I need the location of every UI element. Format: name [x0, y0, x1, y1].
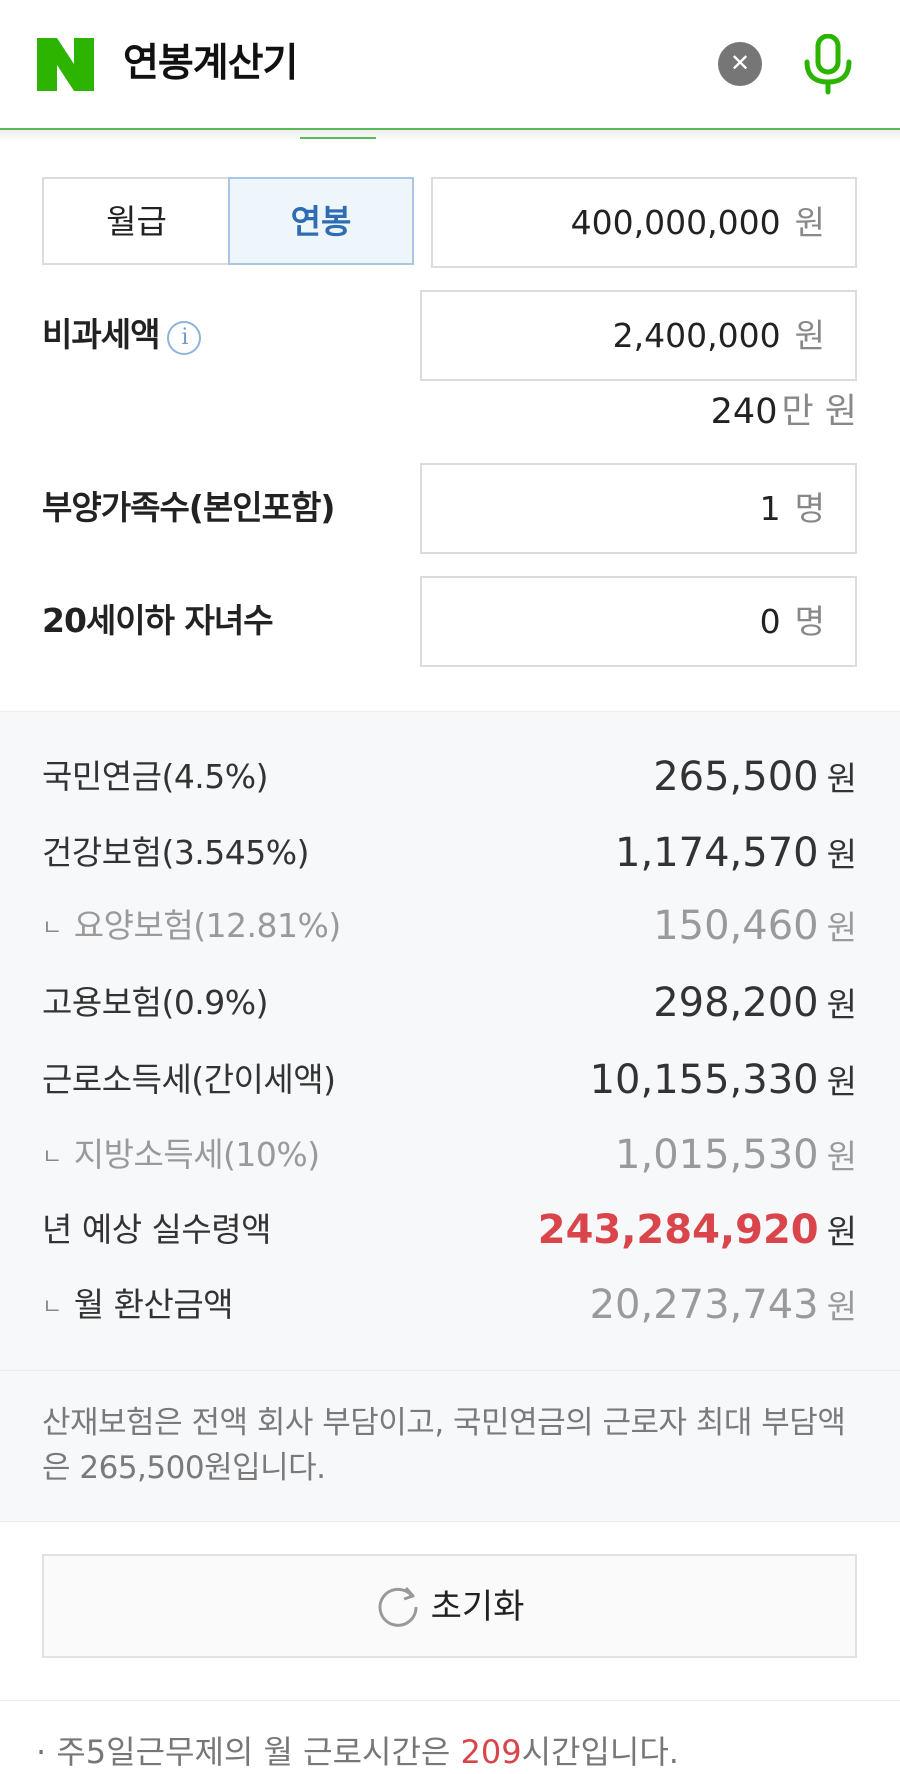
close-icon: ✕	[729, 49, 751, 77]
children-label: 20세이하 자녀수	[42, 601, 274, 640]
salary-input[interactable]: 400,000,000 원	[431, 177, 857, 268]
employment-label: 고용보험(0.9%)	[42, 983, 269, 1022]
nontax-helper-amount: 240	[710, 392, 778, 432]
care-value: 150,460 원	[653, 901, 857, 953]
result-row-care: ㄴ 요양보험(12.81%) 150,460 원	[42, 901, 857, 951]
children-input[interactable]: 0명	[420, 576, 857, 667]
annual-toggle-button[interactable]: 연봉	[228, 177, 414, 265]
footnote-hours: 209	[460, 1733, 522, 1771]
employment-unit: 원	[826, 985, 857, 1024]
employment-amount: 298,200	[653, 980, 819, 1026]
care-amount: 150,460	[653, 903, 819, 949]
care-label: 요양보험(12.81%)	[73, 906, 342, 945]
header-shadow	[0, 130, 900, 142]
local-tax-amount: 1,015,530	[615, 1132, 819, 1178]
dependents-input[interactable]: 1명	[420, 463, 857, 554]
monthly-net-amount: 20,273,743	[589, 1282, 819, 1328]
result-row-annual-net: 년 예상 실수령액 243,284,920 원	[42, 1205, 857, 1255]
nontax-label: 비과세액	[42, 315, 160, 354]
monthly-net-label: 월 환산금액	[73, 1285, 234, 1324]
naver-logo[interactable]	[37, 38, 94, 91]
children-unit: 명	[794, 602, 825, 641]
info-note: 산재보험은 전액 회사 부담이고, 국민연금의 근로자 최대 부담액은 265,…	[0, 1371, 900, 1522]
salary-value: 400,000,000	[570, 203, 781, 242]
clear-search-button[interactable]: ✕	[718, 42, 762, 86]
monthly-net-label-wrap: ㄴ 월 환산금액	[42, 1280, 234, 1333]
annual-net-value: 243,284,920 원	[538, 1205, 857, 1257]
results-panel: 국민연금(4.5%) 265,500 원 건강보험(3.545%) 1,174,5…	[0, 711, 900, 1371]
reset-button-content: 초기화	[375, 1582, 525, 1632]
refresh-icon	[378, 1587, 418, 1627]
income-tax-label: 근로소득세(간이세액)	[42, 1060, 336, 1099]
annual-net-label: 년 예상 실수령액	[42, 1210, 272, 1249]
income-tax-unit: 원	[826, 1062, 857, 1101]
nontax-unit: 원	[794, 316, 825, 355]
page-title: 연봉계산기	[123, 41, 298, 86]
result-row-income-tax: 근로소득세(간이세액) 10,155,330 원	[42, 1055, 857, 1105]
annual-net-unit: 원	[826, 1212, 857, 1251]
result-row-pension: 국민연금(4.5%) 265,500 원	[42, 752, 857, 802]
nontax-helper: 240 만 원	[711, 390, 857, 434]
section-divider	[0, 1700, 900, 1701]
annual-net-amount: 243,284,920	[537, 1207, 819, 1253]
children-value: 0	[759, 602, 781, 641]
health-label: 건강보험(3.545%)	[42, 833, 310, 872]
dependents-unit: 명	[794, 489, 825, 528]
monthly-net-unit: 원	[826, 1287, 857, 1326]
sub-item-marker: ㄴ	[42, 916, 62, 941]
sub-item-marker: ㄴ	[42, 1295, 62, 1320]
work-hours-footnote: · 주5일근무제의 월 근로시간은 209시간입니다.	[36, 1730, 679, 1774]
nontax-value: 2,400,000	[612, 316, 781, 355]
monthly-toggle-button[interactable]: 월급	[42, 177, 229, 265]
income-tax-amount: 10,155,330	[589, 1057, 819, 1103]
health-unit: 원	[826, 835, 857, 874]
reset-label: 초기화	[430, 1587, 525, 1627]
employment-value: 298,200 원	[653, 978, 857, 1030]
footnote-suffix: 시간입니다.	[521, 1733, 679, 1771]
microphone-icon[interactable]	[801, 34, 855, 96]
dependents-value: 1	[759, 489, 781, 528]
result-row-employment: 고용보험(0.9%) 298,200 원	[42, 978, 857, 1028]
info-note-text: 산재보험은 전액 회사 부담이고, 국민연금의 근로자 최대 부담액은 265,…	[42, 1405, 846, 1486]
result-row-health: 건강보험(3.545%) 1,174,570 원	[42, 828, 857, 878]
health-value: 1,174,570 원	[615, 828, 857, 880]
income-tax-value: 10,155,330 원	[590, 1055, 857, 1107]
result-row-monthly-net: ㄴ 월 환산금액 20,273,743 원	[42, 1280, 857, 1330]
footnote-prefix: · 주5일근무제의 월 근로시간은	[36, 1733, 461, 1771]
nontax-helper-unit: 만 원	[781, 392, 857, 432]
tab-indicator	[300, 137, 376, 139]
reset-button[interactable]: 초기화	[42, 1554, 857, 1658]
pension-value: 265,500 원	[653, 752, 857, 804]
care-label-wrap: ㄴ 요양보험(12.81%)	[42, 901, 341, 954]
pension-amount: 265,500	[653, 754, 819, 800]
info-icon[interactable]: i	[167, 321, 202, 355]
salary-unit: 원	[794, 203, 825, 242]
local-tax-label: 지방소득세(10%)	[73, 1135, 320, 1174]
care-unit: 원	[826, 908, 857, 947]
local-tax-label-wrap: ㄴ 지방소득세(10%)	[42, 1130, 320, 1183]
monthly-net-value: 20,273,743 원	[590, 1280, 857, 1332]
result-row-local-tax: ㄴ 지방소득세(10%) 1,015,530 원	[42, 1130, 857, 1180]
pension-unit: 원	[826, 759, 857, 798]
nontax-input[interactable]: 2,400,000 원	[420, 290, 857, 381]
app-header: 연봉계산기 ✕	[0, 0, 900, 130]
health-amount: 1,174,570	[615, 830, 819, 876]
local-tax-unit: 원	[826, 1137, 857, 1176]
nontax-label-row: 비과세액 i	[42, 313, 202, 357]
sub-item-marker: ㄴ	[42, 1145, 62, 1170]
dependents-label: 부양가족수(본인포함)	[42, 488, 335, 527]
local-tax-value: 1,015,530 원	[615, 1130, 857, 1182]
pension-label: 국민연금(4.5%)	[42, 757, 269, 796]
